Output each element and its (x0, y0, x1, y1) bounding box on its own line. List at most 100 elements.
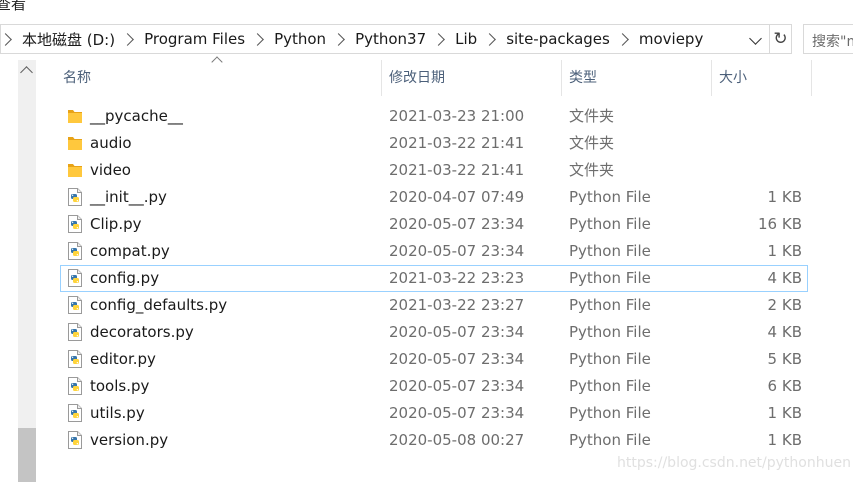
column-divider[interactable] (381, 60, 382, 96)
file-name: video (90, 161, 131, 179)
breadcrumb-item[interactable]: Program Files (144, 30, 245, 48)
file-modified-date: 2020-05-07 23:34 (389, 350, 525, 368)
breadcrumb-separator-icon[interactable] (332, 32, 345, 46)
file-type: Python File (569, 188, 651, 206)
menu-view[interactable]: 查看 (0, 0, 26, 14)
file-row[interactable]: Clip.py 2020-05-07 23:34 Python File 16 KB (60, 211, 808, 238)
file-type: 文件夹 (569, 107, 615, 125)
python-file-icon (68, 350, 82, 368)
file-name: utils.py (90, 404, 145, 422)
file-type: Python File (569, 269, 651, 287)
file-type: Python File (569, 377, 651, 395)
chevron-down-icon[interactable] (749, 32, 762, 45)
breadcrumb-separator-icon[interactable] (483, 32, 497, 46)
watermark: https://blog.csdn.net/pythonhuen (617, 455, 851, 471)
address-bar[interactable]: 本地磁盘 (D:) Program Files Python Python37 Lib s… (0, 24, 770, 54)
column-divider[interactable] (811, 60, 812, 96)
file-modified-date: 2020-05-07 23:34 (389, 323, 525, 341)
vertical-scrollbar[interactable] (18, 60, 36, 482)
python-file-icon (68, 431, 82, 449)
file-modified-date: 2021-03-22 21:41 (389, 161, 525, 179)
breadcrumb-item[interactable]: site-packages (506, 30, 610, 48)
file-row[interactable]: video 2021-03-22 21:41 文件夹 (60, 157, 808, 184)
python-file-icon (68, 242, 82, 260)
file-type: 文件夹 (569, 161, 615, 179)
file-size: 2 KB (767, 296, 802, 314)
column-name[interactable]: 名称 (63, 60, 91, 96)
column-type[interactable]: 类型 (569, 60, 597, 96)
menu-bar: 查看 (0, 0, 853, 18)
column-date[interactable]: 修改日期 (389, 60, 445, 96)
column-divider[interactable] (711, 60, 712, 96)
python-file-icon (68, 188, 82, 206)
sort-ascending-icon (211, 56, 223, 68)
file-type: Python File (569, 323, 651, 341)
file-modified-date: 2021-03-22 21:41 (389, 134, 525, 152)
file-modified-date: 2020-05-07 23:34 (389, 377, 525, 395)
scroll-thumb[interactable] (18, 428, 36, 482)
folder-icon (68, 134, 82, 152)
file-row[interactable]: config.py 2021-03-22 23:23 Python File 4 KB (60, 265, 808, 292)
breadcrumb-separator-icon[interactable] (432, 32, 446, 46)
file-row[interactable]: editor.py 2020-05-07 23:34 Python File 5 KB (60, 346, 808, 373)
folder-icon (68, 161, 82, 179)
breadcrumb-item[interactable]: moviepy (639, 30, 703, 48)
file-size: 1 KB (767, 431, 802, 449)
breadcrumb-item[interactable]: Python (274, 30, 326, 48)
breadcrumb-separator-icon[interactable] (251, 32, 264, 46)
python-file-icon (68, 269, 82, 287)
file-type: Python File (569, 431, 651, 449)
file-modified-date: 2020-05-07 23:34 (389, 242, 525, 260)
scroll-up-icon[interactable] (20, 66, 33, 79)
file-type: Python File (569, 242, 651, 260)
file-modified-date: 2020-05-07 23:34 (389, 404, 525, 422)
breadcrumb-item[interactable]: 本地磁盘 (D:) (22, 29, 115, 50)
breadcrumb-item[interactable]: Python37 (355, 30, 426, 48)
file-size: 4 KB (767, 323, 802, 341)
file-modified-date: 2020-05-08 00:27 (389, 431, 525, 449)
file-name: editor.py (90, 350, 156, 368)
file-size: 5 KB (767, 350, 802, 368)
python-file-icon (68, 215, 82, 233)
search-input[interactable]: 搜索"m (803, 24, 853, 54)
file-type: Python File (569, 296, 651, 314)
file-size: 6 KB (767, 377, 802, 395)
python-file-icon (68, 296, 82, 314)
refresh-button[interactable]: ↻ (770, 24, 792, 54)
file-name: config.py (90, 269, 160, 287)
column-size[interactable]: 大小 (719, 60, 747, 96)
file-row[interactable]: __init__.py 2020-04-07 07:49 Python File 1 … (60, 184, 808, 211)
column-header: 名称 修改日期 类型 大小 (36, 56, 853, 96)
file-modified-date: 2020-04-07 07:49 (389, 188, 525, 206)
file-list: __pycache__ 2021-03-23 21:00 文件夹 audio 2021-… (60, 103, 808, 454)
file-row[interactable]: config_defaults.py 2021-03-22 23:27 Python… (60, 292, 808, 319)
file-name: tools.py (90, 377, 150, 395)
file-size: 1 KB (767, 188, 802, 206)
breadcrumb-separator-icon[interactable] (121, 32, 134, 46)
file-name: __init__.py (90, 188, 167, 206)
refresh-icon: ↻ (773, 29, 788, 49)
column-divider[interactable] (561, 60, 562, 96)
breadcrumb-item[interactable]: Lib (455, 30, 477, 48)
python-file-icon (68, 404, 82, 422)
python-file-icon (68, 323, 82, 341)
file-type: Python File (569, 404, 651, 422)
file-row[interactable]: compat.py 2020-05-07 23:34 Python File 1 KB (60, 238, 808, 265)
file-name: audio (90, 134, 132, 152)
file-row[interactable]: audio 2021-03-22 21:41 文件夹 (60, 130, 808, 157)
file-type: 文件夹 (569, 134, 615, 152)
file-name: config_defaults.py (90, 296, 228, 314)
file-size: 1 KB (767, 242, 802, 260)
file-name: compat.py (90, 242, 170, 260)
file-row[interactable]: version.py 2020-05-08 00:27 Python File 1 K… (60, 427, 808, 454)
file-modified-date: 2020-05-07 23:34 (389, 215, 525, 233)
file-type: Python File (569, 350, 651, 368)
file-modified-date: 2021-03-23 21:00 (389, 107, 525, 125)
breadcrumb-separator-icon[interactable] (0, 32, 12, 46)
file-row[interactable]: utils.py 2020-05-07 23:34 Python File 1 KB (60, 400, 808, 427)
file-row[interactable]: __pycache__ 2021-03-23 21:00 文件夹 (60, 103, 808, 130)
file-row[interactable]: decorators.py 2020-05-07 23:34 Python File… (60, 319, 808, 346)
file-row[interactable]: tools.py 2020-05-07 23:34 Python File 6 KB (60, 373, 808, 400)
file-name: version.py (90, 431, 169, 449)
breadcrumb-separator-icon[interactable] (615, 32, 629, 46)
